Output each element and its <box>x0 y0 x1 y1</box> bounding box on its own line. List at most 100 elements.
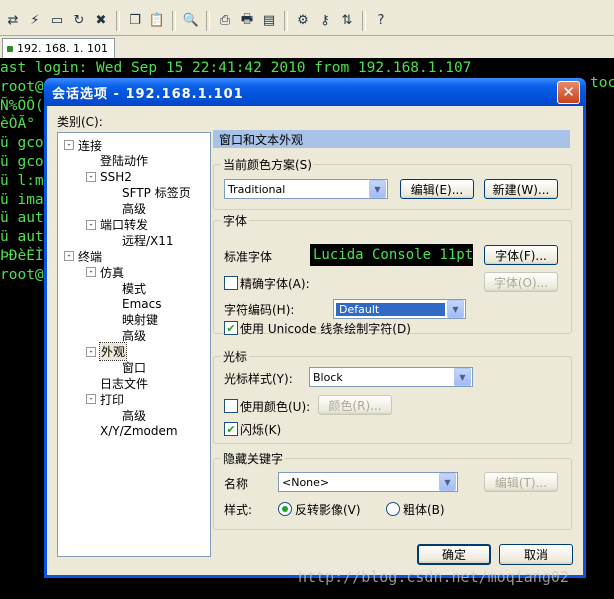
tree-item[interactable]: 高级 <box>108 407 146 423</box>
tree-item-label: X/Y/Zmodem <box>100 424 178 439</box>
tree-item[interactable]: 日志文件 <box>86 376 148 392</box>
toolbar-separator <box>116 10 120 31</box>
tree-item-label: 终端 <box>78 249 103 264</box>
print-setup-icon[interactable]: ⎙ <box>214 10 236 32</box>
dialog-titlebar[interactable]: 会话选项 - 192.168.1.101 ✕ <box>44 78 586 106</box>
tree-item[interactable]: 模式 <box>108 280 146 296</box>
hidden-key-style-label: 样式: <box>224 503 253 517</box>
terminal-line: ü aut <box>0 210 44 227</box>
session-options-dialog: 会话选项 - 192.168.1.101 ✕ 类别(C): - 连接 登陆动作 - SS… <box>44 78 586 578</box>
collapse-toggle-icon[interactable]: - <box>86 267 96 278</box>
tree-item[interactable]: - 终端 <box>64 248 102 264</box>
terminal-line: ü aut <box>0 229 44 246</box>
paste-icon[interactable]: 📋 <box>146 10 168 32</box>
blink-label: 闪烁(K) <box>240 423 282 437</box>
ok-button[interactable]: 确定 <box>417 544 491 565</box>
hidden-key-name-select[interactable]: <None> ▼ <box>278 472 458 492</box>
tree-item[interactable]: - 仿真 <box>86 264 124 280</box>
help-icon[interactable]: ? <box>370 10 392 32</box>
session-tab-strip: 192. 168. 1. 101 <box>0 36 614 58</box>
tree-item[interactable]: 窗口 <box>108 360 146 376</box>
color-scheme-group: 当前颜色方案(S) Traditional ▼ 编辑(E)... 新建(W)..… <box>213 156 572 210</box>
precise-font-checkbox[interactable] <box>224 276 238 290</box>
sftp-icon[interactable]: ⇅ <box>336 10 358 32</box>
hidden-key-group: 隐藏关键字 名称 <None> ▼ 编辑(T)... 样式: 反转影像(V) 粗… <box>213 450 572 530</box>
tree-item[interactable]: - 端口转发 <box>86 217 148 233</box>
toolbar-separator <box>172 10 176 31</box>
terminal-line: ü gco <box>0 154 44 170</box>
print-screen-icon[interactable]: ▤ <box>258 10 280 32</box>
collapse-toggle-icon[interactable]: - <box>86 219 96 230</box>
tree-item[interactable]: SFTP 标签页 <box>108 185 191 201</box>
precise-font-button[interactable]: 字体(O)... <box>484 272 558 292</box>
encoding-select[interactable]: Default ▼ <box>333 299 466 319</box>
encoding-value: Default <box>336 302 445 316</box>
bold-radio[interactable] <box>386 502 400 516</box>
cursor-style-label: 光标样式(Y): <box>224 372 293 386</box>
color-scheme-value: Traditional <box>228 182 286 196</box>
terminal-line: ü gco <box>0 135 44 152</box>
use-color-checkbox[interactable] <box>224 399 238 413</box>
tree-item[interactable]: 高级 <box>108 201 146 217</box>
close-button[interactable]: ✕ <box>557 81 580 104</box>
hidden-key-edit-button[interactable]: 编辑(T)... <box>484 472 558 492</box>
tree-item-label: Emacs <box>122 297 162 311</box>
reconnect-icon[interactable]: ↻ <box>68 10 90 32</box>
tree-item[interactable]: X/Y/Zmodem <box>86 423 178 439</box>
session-tab[interactable]: 192. 168. 1. 101 <box>2 38 115 58</box>
copy-icon[interactable]: ❐ <box>124 10 146 32</box>
collapse-toggle-icon[interactable]: - <box>64 251 74 262</box>
collapse-toggle-icon[interactable]: - <box>86 394 96 405</box>
category-tree[interactable]: - 连接 登陆动作 - SSH2 SFTP 标签页 高级 - 端口转发 远程/X11- 终端 - 仿真模… <box>57 132 211 557</box>
use-color-label: 使用颜色(U): <box>240 400 311 414</box>
collapse-toggle-icon[interactable]: - <box>86 171 96 182</box>
hidden-key-group-label: 隐藏关键字 <box>221 450 286 467</box>
tree-item-label: 远程/X11 <box>122 233 174 248</box>
chevron-down-icon: ▼ <box>447 300 464 318</box>
key-icon[interactable]: ⚷ <box>314 10 336 32</box>
dialog-client: 类别(C): - 连接 登陆动作 - SSH2 SFTP 标签页 高级 - 端口转发 远程/X11… <box>47 106 583 575</box>
new-color-scheme-button[interactable]: 新建(W)... <box>484 179 558 199</box>
tree-item[interactable]: - 外观 <box>86 342 128 362</box>
toolbar-separator <box>206 10 210 31</box>
tree-item[interactable]: - 连接 <box>64 137 102 153</box>
cancel-button[interactable]: 取消 <box>499 544 573 565</box>
color-scheme-select[interactable]: Traditional ▼ <box>224 179 388 199</box>
collapse-toggle-icon[interactable]: - <box>86 346 96 357</box>
new-session-icon[interactable]: ▭ <box>46 10 68 32</box>
tree-item-label: 映射键 <box>122 313 159 328</box>
tree-item[interactable]: - SSH2 <box>86 169 132 185</box>
find-icon[interactable]: 🔍 <box>180 10 202 32</box>
tree-item-label: 仿真 <box>100 265 125 280</box>
tree-item[interactable]: 高级 <box>108 328 146 344</box>
edit-color-scheme-button[interactable]: 编辑(E)... <box>400 179 474 199</box>
watermark-text: http://blog.csdn.net/moqiang02 <box>298 568 569 586</box>
blink-checkbox[interactable]: ✔ <box>224 422 238 436</box>
cursor-style-select[interactable]: Block ▼ <box>309 367 473 387</box>
reverse-video-radio[interactable] <box>278 502 292 516</box>
tree-item-label: 登陆动作 <box>100 154 149 169</box>
tree-item[interactable]: 登陆动作 <box>86 153 148 169</box>
collapse-toggle-icon[interactable]: - <box>64 140 74 150</box>
normal-font-label: 标准字体 <box>224 250 273 264</box>
options-icon[interactable]: ⚙ <box>292 10 314 32</box>
cursor-style-value: Block <box>313 370 343 384</box>
tree-item[interactable]: 远程/X11 <box>108 232 174 248</box>
session-tab-label: 192. 168. 1. 101 <box>17 42 108 55</box>
tree-item[interactable]: Emacs <box>108 296 161 312</box>
precise-font-label: 精确字体(A): <box>240 277 310 291</box>
tree-item[interactable]: - 打印 <box>86 391 124 407</box>
quick-connect-icon[interactable]: ⚡ <box>24 10 46 32</box>
unicode-line-checkbox[interactable]: ✔ <box>224 321 238 335</box>
tree-item[interactable]: 映射键 <box>108 312 158 328</box>
reverse-video-label: 反转影像(V) <box>295 503 361 517</box>
disconnect-icon[interactable]: ✖ <box>90 10 112 32</box>
cursor-color-button[interactable]: 颜色(R)... <box>318 395 392 415</box>
print-icon[interactable]: 🖶 <box>236 10 258 32</box>
connect-icon[interactable]: ⇄ <box>2 10 24 32</box>
tree-item-label: SFTP 标签页 <box>122 186 191 201</box>
cursor-group: 光标 光标样式(Y): Block ▼ 使用颜色(U): 颜色(R)... ✔ … <box>213 348 572 444</box>
terminal-line: root@ <box>0 266 44 283</box>
font-button[interactable]: 字体(F)... <box>484 245 558 265</box>
tree-item-label: SSH2 <box>100 169 132 184</box>
